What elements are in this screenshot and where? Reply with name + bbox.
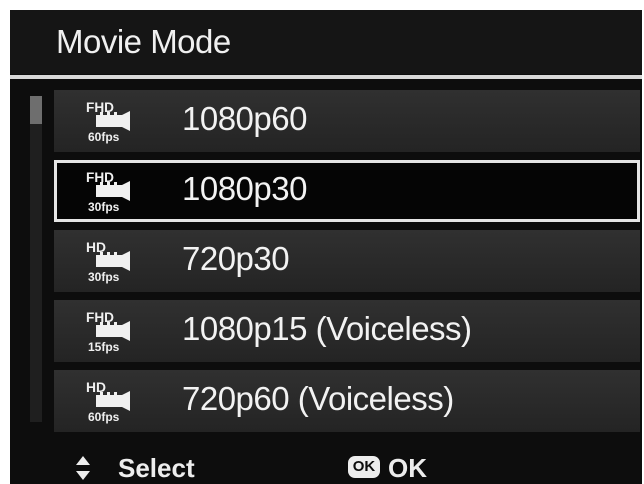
ok-button-icon: OK	[348, 456, 380, 478]
menu-item-label: 1080p60	[182, 100, 307, 137]
scrollbar-thumb[interactable]	[30, 96, 42, 124]
menu-item[interactable]: HD 60fps 720p60 (Voiceless)	[54, 370, 640, 432]
menu-item[interactable]: FHD 30fps 1080p30	[54, 160, 640, 222]
up-down-arrows-icon	[76, 456, 90, 480]
title-bar: Movie Mode	[10, 10, 642, 74]
menu-item[interactable]: FHD 15fps 1080p15 (Voiceless)	[54, 300, 640, 362]
menu-item-label: 720p30	[182, 240, 290, 277]
movie-mode-list: FHD 60fps 1080p60 FHD 30fps 1080p30 HD 30fps 720…	[54, 90, 640, 440]
svg-text:15fps: 15fps	[88, 340, 120, 354]
fhd-30fps-icon: FHD30fps	[86, 169, 130, 214]
fhd-60fps-icon: FHD60fps	[86, 99, 130, 144]
svg-text:30fps: 30fps	[88, 200, 120, 214]
menu-item[interactable]: HD 30fps 720p30	[54, 230, 640, 292]
menu-item-label: 720p60 (Voiceless)	[182, 380, 454, 417]
page-title: Movie Mode	[56, 23, 231, 60]
scrollbar[interactable]	[30, 96, 42, 422]
select-hint-label: Select	[118, 453, 195, 483]
svg-text:30fps: 30fps	[88, 270, 120, 284]
menu-item-label: 1080p30	[182, 170, 307, 207]
bottom-hint-bar: Select OK OK	[10, 444, 642, 484]
menu-item[interactable]: FHD 60fps 1080p60	[54, 90, 640, 152]
ok-hint-label: OK	[388, 453, 427, 483]
hd-60fps-icon: HD60fps	[86, 379, 130, 424]
title-divider	[10, 75, 642, 79]
hd-30fps-icon: HD30fps	[86, 239, 130, 284]
menu-item-label: 1080p15 (Voiceless)	[182, 310, 472, 347]
svg-text:60fps: 60fps	[88, 410, 120, 424]
svg-text:60fps: 60fps	[88, 130, 120, 144]
camera-menu-screen: Movie Mode FHD 60fps 1080p60 FHD 30fps 1080p3…	[10, 10, 642, 484]
fhd-15fps-icon: FHD15fps	[86, 309, 130, 354]
